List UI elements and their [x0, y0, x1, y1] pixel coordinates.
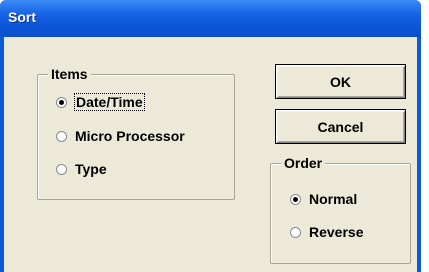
radio-reverse[interactable]: Reverse	[290, 222, 364, 242]
ok-button[interactable]: OK	[275, 64, 406, 99]
radio-normal-indicator[interactable]	[290, 193, 301, 205]
radio-normal-label[interactable]: Normal	[309, 191, 357, 207]
title-bar[interactable]: Sort	[0, 0, 421, 37]
radio-date-time[interactable]: Date/Time	[56, 92, 145, 112]
radio-date-time-indicator[interactable]	[56, 96, 67, 108]
window-title: Sort	[8, 9, 36, 25]
radio-type-indicator[interactable]	[56, 163, 67, 175]
radio-type-label[interactable]: Type	[75, 161, 107, 177]
order-group-label: Order	[281, 155, 326, 171]
radio-normal[interactable]: Normal	[290, 189, 357, 209]
radio-reverse-indicator[interactable]	[290, 226, 301, 238]
order-groupbox: Order Normal Reverse	[270, 155, 411, 264]
radio-reverse-label[interactable]: Reverse	[309, 224, 364, 240]
radio-micro-processor[interactable]: Micro Processor	[56, 126, 185, 146]
radio-date-time-label[interactable]: Date/Time	[74, 93, 145, 111]
radio-micro-processor-indicator[interactable]	[56, 130, 67, 142]
cancel-button[interactable]: Cancel	[275, 109, 406, 144]
radio-micro-processor-label[interactable]: Micro Processor	[75, 128, 185, 144]
dialog-client-area: Items Date/Time Micro Processor Type OK …	[4, 37, 417, 272]
sort-dialog: Sort Items Date/Time Micro Processor Typ…	[0, 0, 421, 272]
items-groupbox: Items Date/Time Micro Processor Type	[37, 66, 235, 200]
items-group-label: Items	[48, 66, 91, 82]
radio-type[interactable]: Type	[56, 159, 107, 179]
